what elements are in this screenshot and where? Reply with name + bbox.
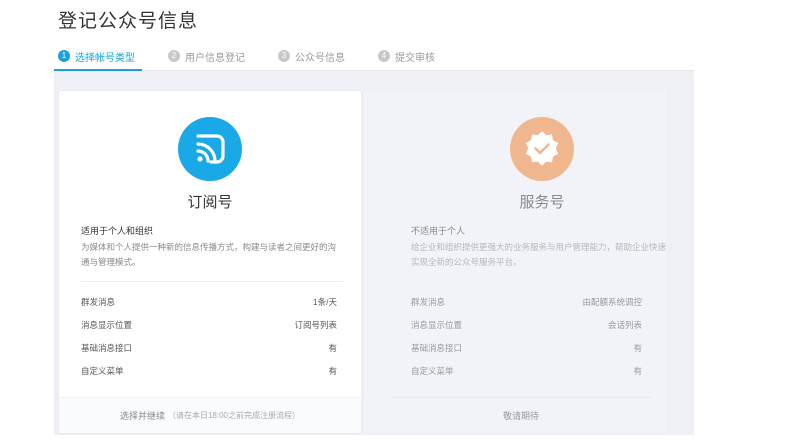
card-description: 为媒体和个人提供一种新的信息传播方式，构建与读者之间更好的沟通与管理模式。 xyxy=(81,242,337,267)
feature-label: 群发消息 xyxy=(81,297,116,307)
feature-label: 自定义菜单 xyxy=(81,366,124,376)
step-select-account-type: 1 选择帐号类型 xyxy=(58,49,135,64)
feature-value: 1条/天 xyxy=(312,297,337,307)
step-number: 1 xyxy=(58,50,70,62)
feature-row: 消息显示位置 会话列表 xyxy=(411,318,642,341)
coming-soon-label: 敬请期待 xyxy=(391,397,651,433)
feature-row: 自定义菜单 有 xyxy=(81,364,337,387)
feature-value: 订阅号列表 xyxy=(294,320,337,330)
feature-label: 消息显示位置 xyxy=(81,320,133,330)
select-continue-button[interactable]: 选择并继续 （请在本日18:00之前完成注册流程） xyxy=(59,397,361,433)
feature-label: 消息显示位置 xyxy=(411,320,463,330)
step-account-info: 3 公众号信息 xyxy=(278,49,345,64)
step-submit-review: 4 提交审核 xyxy=(378,49,435,64)
step-user-info: 2 用户信息登记 xyxy=(168,49,245,64)
feature-label: 群发消息 xyxy=(411,297,446,307)
feature-value: 有 xyxy=(633,343,642,353)
deadline-note: （请在本日18:00之前完成注册流程） xyxy=(167,411,301,420)
step-number: 3 xyxy=(278,50,290,62)
feature-list: 群发消息 1条/天 消息显示位置 订阅号列表 基础消息接口 有 自定义菜单 有 xyxy=(81,295,337,387)
feature-label: 自定义菜单 xyxy=(411,366,454,376)
feature-row: 基础消息接口 有 xyxy=(411,341,642,364)
step-label: 公众号信息 xyxy=(295,52,345,64)
feature-list: 群发消息 由配额系统调控 消息显示位置 会话列表 基础消息接口 有 自定义菜单 … xyxy=(411,295,642,387)
feature-row: 基础消息接口 有 xyxy=(81,341,337,364)
feature-row: 自定义菜单 有 xyxy=(411,364,642,387)
service-card: 服务号 不适用于个人 给企业和组织提供更强大的业务服务与用户管理能力，帮助企业快… xyxy=(364,91,666,433)
card-title: 服务号 xyxy=(519,194,565,211)
step-number: 2 xyxy=(168,50,180,62)
step-label: 用户信息登记 xyxy=(185,52,245,64)
badge-check-icon xyxy=(510,117,574,181)
rss-icon xyxy=(178,117,242,181)
step-number: 4 xyxy=(378,50,390,62)
card-audience: 不适用于个人 xyxy=(411,226,466,236)
feature-value: 由配额系统调控 xyxy=(582,297,642,307)
subscription-card[interactable]: 订阅号 适用于个人和组织 为媒体和个人提供一种新的信息传播方式，构建与读者之间更… xyxy=(59,91,361,433)
card-title: 订阅号 xyxy=(187,194,233,211)
feature-row: 群发消息 由配额系统调控 xyxy=(411,295,642,318)
feature-row: 消息显示位置 订阅号列表 xyxy=(81,318,337,341)
button-label: 敬请期待 xyxy=(502,411,539,421)
feature-row: 群发消息 1条/天 xyxy=(81,295,337,318)
feature-label: 基础消息接口 xyxy=(411,343,463,353)
feature-label: 基础消息接口 xyxy=(81,343,133,353)
divider xyxy=(81,281,343,282)
page-title: 登记公众号信息 xyxy=(58,11,199,32)
card-description: 给企业和组织提供更强大的业务服务与用户管理能力，帮助企业快速实现全新的公众号服务… xyxy=(411,242,667,267)
button-label: 选择并继续 xyxy=(119,411,165,421)
feature-value: 有 xyxy=(328,343,337,353)
feature-value: 会话列表 xyxy=(607,320,642,330)
step-indicator: 1 选择帐号类型 2 用户信息登记 3 公众号信息 4 提交审核 xyxy=(58,48,468,64)
account-type-panel: 订阅号 适用于个人和组织 为媒体和个人提供一种新的信息传播方式，构建与读者之间更… xyxy=(54,71,694,435)
card-audience: 适用于个人和组织 xyxy=(81,226,154,236)
step-label: 选择帐号类型 xyxy=(75,52,135,64)
feature-value: 有 xyxy=(633,366,642,376)
step-label: 提交审核 xyxy=(395,52,435,64)
feature-value: 有 xyxy=(328,366,337,376)
